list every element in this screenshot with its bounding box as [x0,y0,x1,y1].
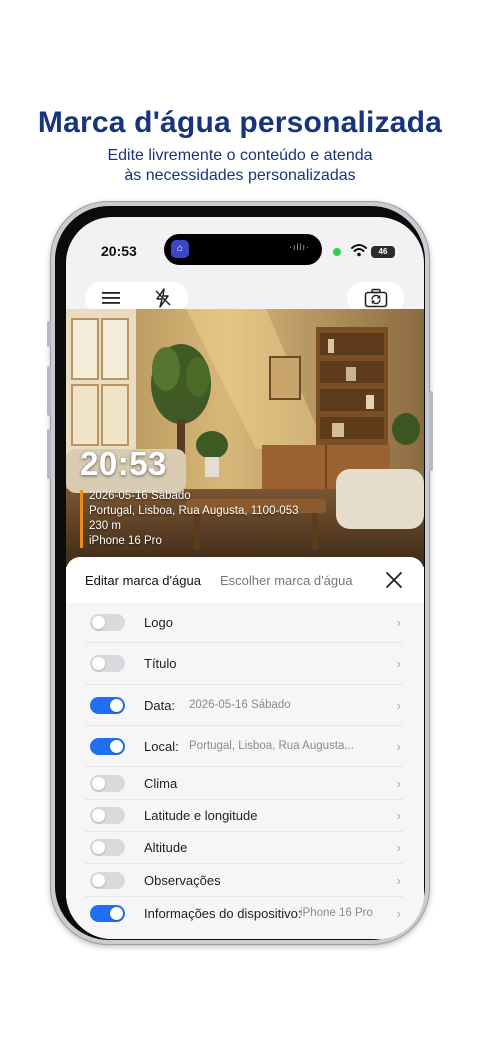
option-row-coordinates[interactable]: Latitude e longitude › [85,800,403,832]
chevron-right-icon: › [396,656,401,671]
toggle-coordinates[interactable] [90,807,125,824]
phone-volume-up [47,366,51,416]
app-icon: ⌂ [171,240,189,258]
phone-frame: 20:53 ⌂ ·ıllı· 46 20:53 2026-05-16 Sábad… [47,201,433,945]
toggle-title[interactable] [90,655,125,672]
toggle-knob [92,841,105,854]
option-row-logo[interactable]: Logo › [85,603,403,643]
toggle-knob [92,776,105,790]
battery-icon: 46 [371,246,395,258]
hamburger-icon[interactable] [101,291,121,305]
option-row-altitude[interactable]: Altitude › [85,832,403,864]
tab-edit-watermark[interactable]: Editar marca d'água [85,573,201,588]
option-row-device-info[interactable]: Informações do dispositivo: iPhone 16 Pr… [85,897,403,929]
option-row-weather[interactable]: Clima › [85,767,403,800]
watermark-details: 2026-05-16 Sábado Portugal, Lisboa, Rua … [89,489,299,549]
phone-action-button [47,321,51,347]
toggle-knob [92,809,105,822]
tab-choose-watermark[interactable]: Escolher marca d'água [220,573,353,588]
option-label: Informações do dispositivo: [144,905,302,921]
phone-screen: 20:53 ⌂ ·ıllı· 46 20:53 2026-05-16 Sábad… [66,217,424,939]
option-row-location[interactable]: Local: Portugal, Lisboa, Rua Augusta... … [85,726,403,767]
promo-title: Marca d'água personalizada [37,106,443,139]
chevron-right-icon: › [396,738,401,754]
toggle-knob [110,698,123,712]
sheet-tabs: Editar marca d'água Escolher marca d'águ… [66,557,424,603]
chevron-right-icon: › [396,808,401,823]
flash-off-icon[interactable] [154,288,172,308]
option-value: Portugal, Lisboa, Rua Augusta... [189,740,354,752]
option-row-title[interactable]: Título › [85,643,403,685]
camera-rotate-icon[interactable] [364,288,388,308]
chevron-right-icon: › [396,840,401,855]
option-label: Logo [144,615,173,630]
option-label: Data: [144,697,176,713]
promo-subtitle-line1: Edite livremente o conteúdo e atenda [107,147,373,164]
phone-volume-down [47,429,51,479]
close-icon[interactable] [384,570,404,590]
toggle-knob [92,616,105,629]
toggle-altitude[interactable] [90,839,125,856]
option-label: Observações [144,872,221,888]
chevron-right-icon: › [396,905,401,921]
phone-bezel: 20:53 ⌂ ·ıllı· 46 20:53 2026-05-16 Sábad… [55,206,425,940]
option-row-notes[interactable]: Observações › [85,864,403,897]
watermark-accent-bar [80,490,83,548]
toggle-location[interactable] [90,737,125,755]
toggle-knob [110,906,123,920]
camera-in-use-indicator [333,248,341,256]
toggle-logo[interactable] [90,614,125,631]
option-label: Local: [144,738,179,754]
toggle-weather[interactable] [90,774,125,792]
toggle-knob [92,873,105,887]
watermark-location: Portugal, Lisboa, Rua Augusta, 1100-053 [89,505,299,517]
phone-power-button [429,391,433,471]
toggle-knob [110,739,123,753]
watermark-altitude: 230 m [89,520,121,532]
chevron-right-icon: › [396,697,401,713]
option-value: iPhone 16 Pro [300,907,373,919]
watermark-options-list: Logo › Título › Data: 2026-05-16 Sábado … [66,603,424,939]
chevron-right-icon: › [396,775,401,791]
chevron-right-icon: › [396,872,401,888]
option-label: Latitude e longitude [144,808,258,823]
watermark-device: iPhone 16 Pro [89,535,162,547]
watermark-time: 20:53 [80,445,167,482]
toggle-date[interactable] [90,696,125,714]
chevron-right-icon: › [396,615,401,630]
toggle-notes[interactable] [90,871,125,889]
wifi-icon [351,244,367,257]
option-label: Título [144,656,177,671]
watermark-edit-sheet: Editar marca d'água Escolher marca d'águ… [66,557,424,939]
toggle-device-info[interactable] [90,904,125,922]
toggle-knob [92,657,105,670]
option-label: Clima [144,775,178,791]
audio-wave-icon: ·ıllı· [289,242,310,252]
option-label: Altitude [144,840,188,855]
dynamic-island: ⌂ ·ıllı· [164,234,322,265]
status-time: 20:53 [101,243,137,259]
camera-preview[interactable]: 20:53 2026-05-16 Sábado Portugal, Lisboa… [66,309,424,567]
watermark-date: 2026-05-16 Sábado [89,490,191,502]
option-row-date[interactable]: Data: 2026-05-16 Sábado › [85,685,403,726]
promo-subtitle: Edite livremente o conteúdo e atenda às … [0,146,480,186]
option-value: 2026-05-16 Sábado [189,699,291,711]
promo-subtitle-line2: às necessidades personalizadas [124,167,356,184]
